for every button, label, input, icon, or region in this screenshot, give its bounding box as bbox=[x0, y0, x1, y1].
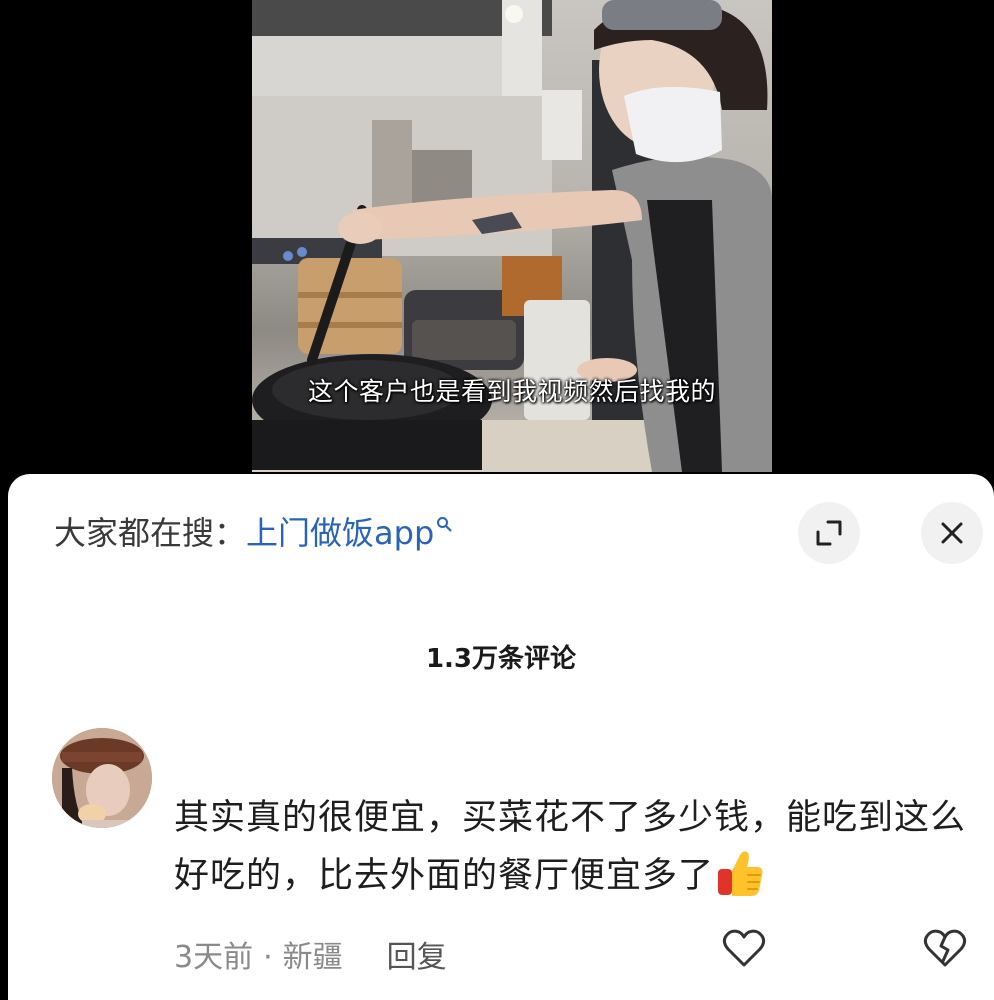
search-icon[interactable] bbox=[436, 502, 452, 532]
comment-body: 其实真的很便宜，买菜花不了多少钱，能吃到这么好吃的，比去外面的餐厅便宜多了 bbox=[174, 798, 967, 896]
close-button[interactable] bbox=[921, 502, 983, 564]
video-frame[interactable]: 这个客户也是看到我视频然后找我的 bbox=[252, 0, 772, 472]
close-icon bbox=[941, 522, 963, 544]
thumbs-up-icon bbox=[714, 847, 766, 899]
expand-button[interactable] bbox=[798, 502, 860, 564]
avatar-image bbox=[52, 728, 152, 828]
comment-text: 其实真的很便宜，买菜花不了多少钱，能吃到这么好吃的，比去外面的餐厅便宜多了 bbox=[174, 789, 974, 905]
search-suggestion[interactable]: 大家都在搜：上门做饭app bbox=[54, 508, 452, 554]
comment-time: 3天前 bbox=[174, 940, 254, 975]
video-subtitle: 这个客户也是看到我视频然后找我的 bbox=[307, 377, 716, 406]
reply-button[interactable]: 回复 bbox=[387, 940, 447, 975]
expand-icon bbox=[816, 520, 842, 546]
search-suggestion-link[interactable]: 上门做饭app bbox=[246, 514, 434, 552]
broken-heart-icon[interactable] bbox=[923, 928, 967, 968]
comments-count: 1.3万条评论 bbox=[425, 644, 577, 674]
search-suggestion-prefix: 大家都在搜： bbox=[54, 514, 247, 552]
comments-panel: 大家都在搜：上门做饭app 1.3万条评论 其实真的很便宜，买菜花不了多少钱，能… bbox=[8, 474, 994, 1000]
comment-meta: 3天前 · 新疆 回复 bbox=[174, 932, 447, 976]
heart-icon[interactable] bbox=[722, 928, 766, 968]
comment-location: 新疆 bbox=[282, 940, 343, 975]
video-player[interactable]: 这个客户也是看到我视频然后找我的 bbox=[0, 0, 994, 472]
meta-separator: · bbox=[263, 940, 273, 975]
avatar[interactable] bbox=[52, 728, 152, 828]
